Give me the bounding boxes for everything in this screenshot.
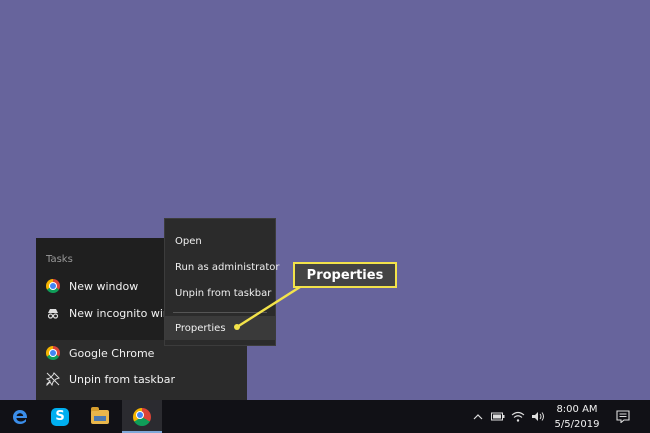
incognito-icon	[47, 309, 59, 319]
volume-icon[interactable]	[530, 400, 546, 433]
taskbar-edge-button[interactable]	[0, 400, 40, 433]
chrome-icon	[46, 279, 60, 293]
chrome-icon	[46, 346, 60, 360]
skype-icon: S	[51, 407, 69, 426]
properties-callout: Properties	[293, 262, 397, 288]
tray-chevron-up-icon[interactable]	[470, 400, 486, 433]
taskbar: S 8:00 AM 5/5/2019	[0, 400, 650, 433]
jumplist-item-label: Unpin from taskbar	[69, 372, 176, 386]
taskbar-skype-button[interactable]: S	[40, 400, 80, 433]
menu-item-unpin-from-taskbar[interactable]: Unpin from taskbar	[165, 281, 275, 305]
file-explorer-icon	[91, 406, 109, 424]
clock-time: 8:00 AM	[556, 404, 598, 415]
jumplist-item-label: New window	[69, 279, 139, 293]
taskbar-clock[interactable]: 8:00 AM 5/5/2019	[552, 402, 602, 432]
jumplist-item-unpin-from-taskbar[interactable]: Unpin from taskbar	[36, 366, 247, 392]
wifi-icon[interactable]	[510, 400, 526, 433]
context-menu: Open Run as administrator Unpin from tas…	[164, 218, 280, 346]
taskbar-chrome-button[interactable]	[122, 400, 162, 433]
menu-item-run-as-administrator[interactable]: Run as administrator	[165, 255, 280, 279]
jumplist-item-label: Google Chrome	[69, 346, 155, 360]
menu-item-properties[interactable]: Properties	[165, 316, 275, 340]
tasks-header: Tasks	[46, 254, 73, 265]
menu-separator	[173, 312, 267, 313]
battery-icon[interactable]	[490, 400, 506, 433]
edge-icon	[13, 409, 28, 424]
action-center-icon[interactable]	[612, 400, 634, 433]
unpin-icon	[46, 372, 60, 386]
taskbar-file-explorer-button[interactable]	[80, 400, 120, 433]
clock-date: 5/5/2019	[554, 419, 600, 430]
menu-item-open[interactable]: Open	[165, 229, 275, 253]
chrome-icon	[133, 407, 151, 426]
